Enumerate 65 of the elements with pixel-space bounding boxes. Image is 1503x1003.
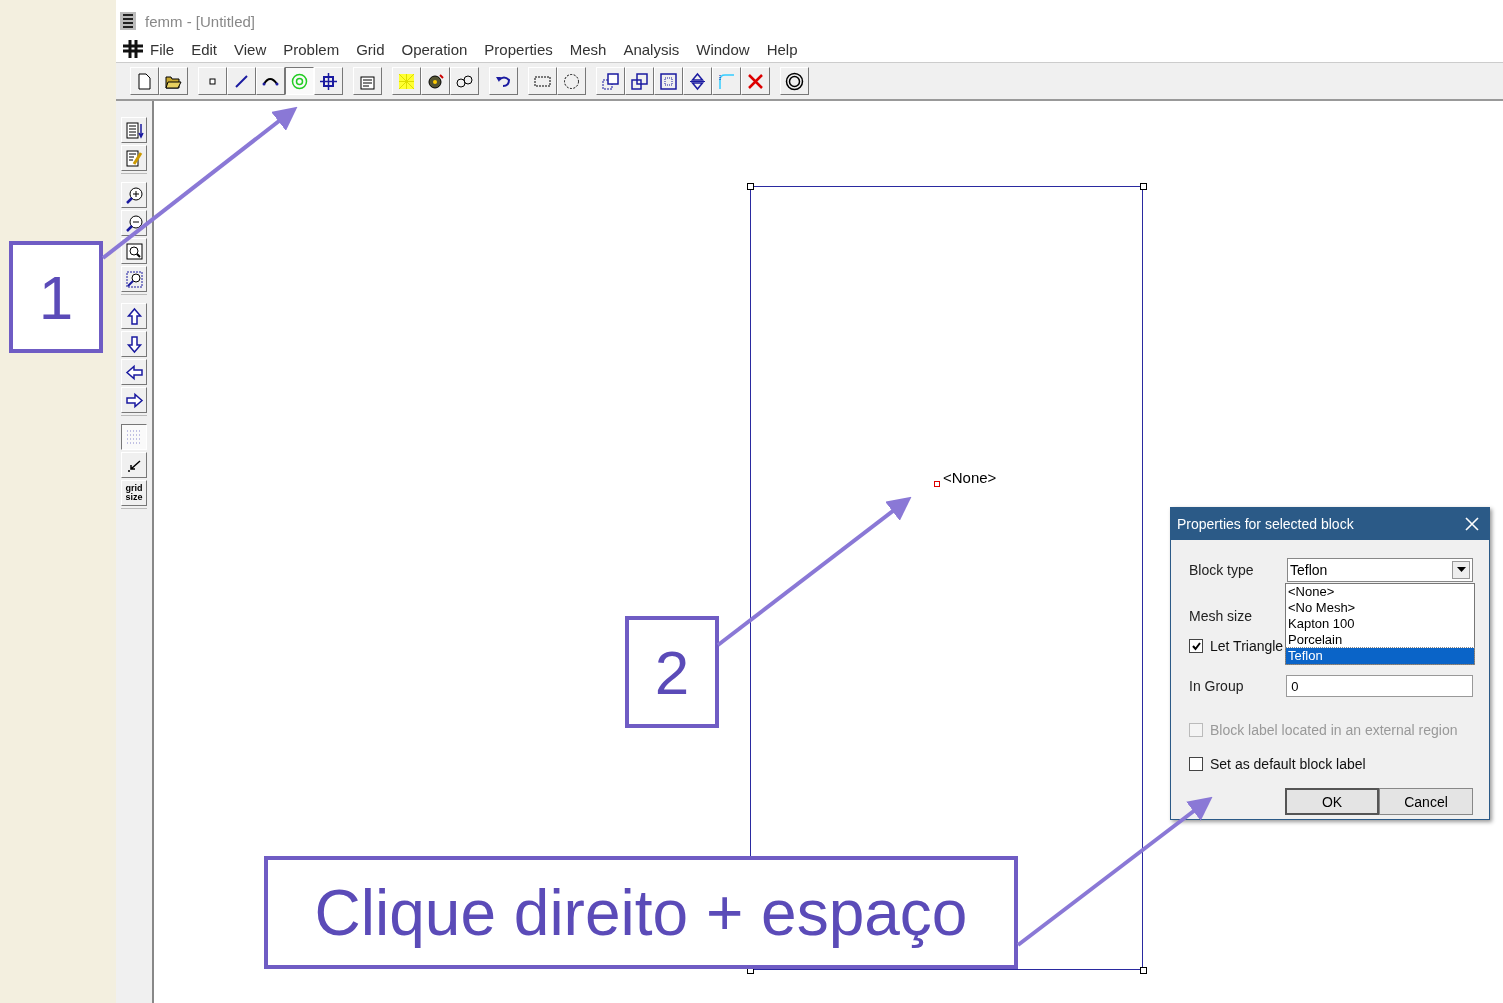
mesh-icon <box>397 71 416 91</box>
checkbox[interactable] <box>1189 639 1203 653</box>
window-title: femm - [Untitled] <box>145 12 256 30</box>
app-icon <box>119 11 137 31</box>
mirror-icon <box>688 71 707 91</box>
menu-item[interactable]: Grid <box>356 40 385 58</box>
dropdown-option[interactable]: <No Mesh> <box>1286 600 1474 616</box>
dropdown-option[interactable]: Porcelain <box>1286 632 1474 648</box>
pencil-icon <box>124 148 144 168</box>
dropdown-option[interactable]: <None> <box>1286 584 1474 600</box>
callout-label: Clique direito + espaço <box>264 856 1018 969</box>
up-arrow-icon <box>124 306 144 326</box>
menu-item[interactable]: File <box>150 40 175 58</box>
scale-icon <box>659 71 678 91</box>
menu-item[interactable]: Window <box>696 40 750 58</box>
copy-icon <box>601 71 620 91</box>
menu-item[interactable]: Analysis <box>623 40 680 58</box>
zoom-page-icon <box>124 241 144 261</box>
move-icon <box>630 71 649 91</box>
field-label: Mesh size <box>1189 608 1254 624</box>
field-label: Block type <box>1189 562 1255 578</box>
dropdown-option[interactable]: Kapton 100 <box>1286 616 1474 632</box>
block-label-marker <box>934 481 940 487</box>
block-label-text: <None> <box>943 469 997 486</box>
ok-button[interactable]: OK <box>1285 788 1379 815</box>
dashed-circle-icon <box>562 71 581 91</box>
dialog-title: Properties for selected block <box>1177 516 1354 532</box>
fillet-icon <box>717 71 736 91</box>
callout-label: 1 <box>9 241 103 353</box>
checkbox[interactable] <box>1189 757 1203 771</box>
left-arrow-icon <box>124 362 144 382</box>
menu-item[interactable]: Problem <box>283 40 340 58</box>
dropdown-option[interactable]: Teflon <box>1286 648 1474 664</box>
grid-size-button[interactable]: grid size <box>121 480 147 506</box>
node-point <box>747 183 754 190</box>
rings-icon <box>785 71 804 91</box>
menu-item[interactable]: Edit <box>191 40 218 58</box>
group-icon <box>319 71 338 91</box>
right-arrow-icon <box>124 390 144 410</box>
block-type-dropdown[interactable]: Teflon <box>1287 558 1473 582</box>
down-arrow-icon <box>124 334 144 354</box>
field-label: In Group <box>1189 678 1245 694</box>
callout-label: 2 <box>625 616 719 728</box>
system-menu-icon[interactable] <box>122 39 144 59</box>
target-icon <box>290 71 309 91</box>
checkbox-label: Set as default block label <box>1210 756 1366 772</box>
close-icon <box>1465 517 1479 531</box>
menu-item[interactable]: Mesh <box>569 40 607 58</box>
input-field[interactable]: 0 <box>1286 675 1473 697</box>
checkbox-label: Block label located in an external region <box>1210 722 1458 738</box>
node-point <box>1140 183 1147 190</box>
new-file-icon <box>135 71 154 91</box>
node-point <box>1140 967 1147 974</box>
menu-item[interactable]: Properties <box>484 40 553 58</box>
menu-item[interactable]: View <box>234 40 267 58</box>
menu-item[interactable]: Help <box>766 40 798 58</box>
zoom-in-icon <box>124 185 144 205</box>
zoom-out-icon <box>124 213 144 233</box>
caret-icon <box>1456 567 1466 573</box>
zoom-window-icon <box>124 269 144 289</box>
menu-item[interactable]: Operation <box>401 40 468 58</box>
checkbox-label: Let Triangle <box>1210 638 1284 654</box>
cancel-button[interactable]: Cancel <box>1379 788 1473 815</box>
list-icon <box>124 120 144 140</box>
delete-icon <box>746 71 765 91</box>
